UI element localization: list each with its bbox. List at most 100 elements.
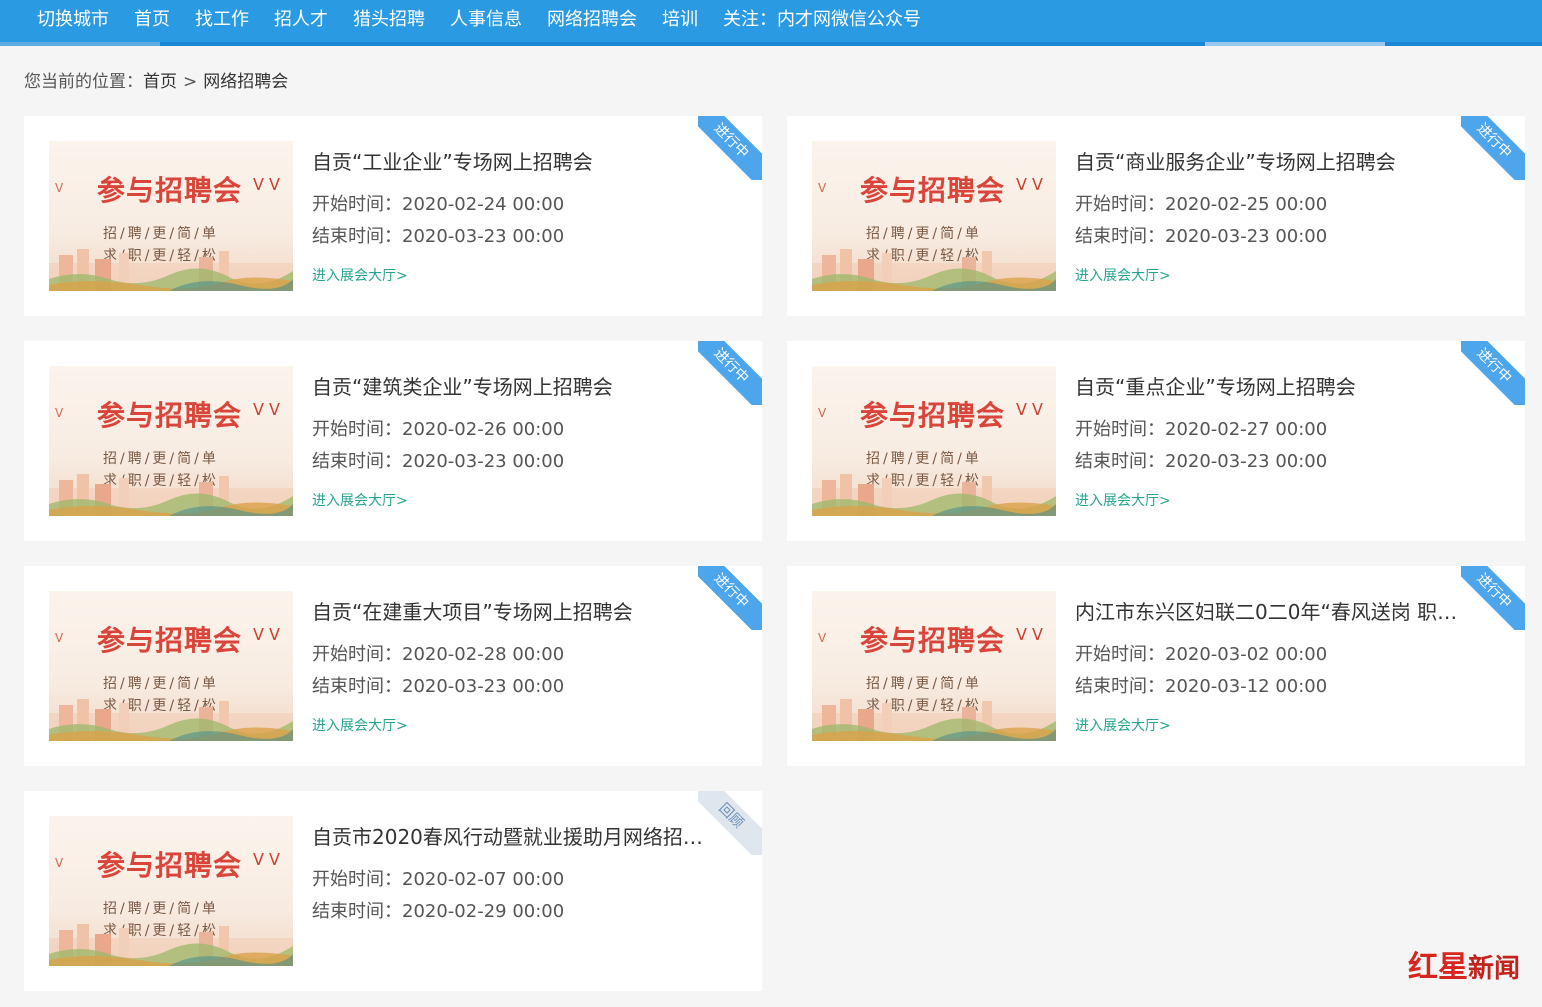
breadcrumb-prefix: 您当前的位置： bbox=[24, 72, 143, 92]
start-value: 2020-02-26 00:00 bbox=[402, 419, 565, 440]
thumbnail-line-1: 招/聘/更/简/单 bbox=[866, 451, 982, 467]
skyline-illustration bbox=[49, 474, 293, 516]
start-value: 2020-02-07 00:00 bbox=[402, 869, 565, 890]
nav-item-headhunter[interactable]: 猎头招聘 bbox=[353, 5, 425, 31]
status-badge: 回顾 bbox=[698, 791, 762, 855]
fair-card[interactable]: ᐯ 参与招聘会 ᐯ ᐯ 招/聘/更/简/单 求/职/更/轻/松 自贡“商业服务企业”专场网… bbox=[787, 116, 1525, 316]
fair-thumbnail[interactable]: ᐯ 参与招聘会 ᐯ ᐯ 招/聘/更/简/单 求/职/更/轻/松 bbox=[812, 366, 1056, 516]
end-value: 2020-03-23 00:00 bbox=[402, 451, 565, 472]
bird-icon: ᐯ ᐯ bbox=[253, 400, 280, 419]
fair-thumbnail[interactable]: ᐯ 参与招聘会 ᐯ ᐯ 招/聘/更/简/单 求/职/更/轻/松 bbox=[49, 366, 293, 516]
breadcrumb-home-link[interactable]: 首页 bbox=[143, 72, 177, 92]
status-badge: 进行中 bbox=[698, 566, 762, 630]
status-corner: 进行中 bbox=[1461, 116, 1525, 180]
bird-icon: ᐯ ᐯ bbox=[253, 850, 280, 869]
fair-card[interactable]: ᐯ 参与招聘会 ᐯ ᐯ 招/聘/更/简/单 求/职/更/轻/松 自贡“建筑类企业”专场网上… bbox=[24, 341, 762, 541]
fair-card[interactable]: ᐯ 参与招聘会 ᐯ ᐯ 招/聘/更/简/单 求/职/更/轻/松 自贡“在建重大项目”专场网… bbox=[24, 566, 762, 766]
watermark-part2: 新闻 bbox=[1468, 954, 1521, 984]
thumbnail-title: 参与招聘会 bbox=[860, 624, 1006, 657]
skyline-illustration bbox=[49, 249, 293, 291]
enter-hall-link[interactable]: 进入展会大厅> bbox=[312, 490, 408, 510]
fair-title[interactable]: 自贡“在建重大项目”专场网上招聘会 bbox=[312, 596, 712, 625]
watermark-logo: 红星新闻 bbox=[1408, 942, 1520, 986]
nav-item-training[interactable]: 培训 bbox=[662, 5, 698, 31]
end-time: 结束时间：2020-03-23 00:00 bbox=[312, 447, 564, 473]
status-badge: 进行中 bbox=[1461, 116, 1525, 180]
fair-title[interactable]: 自贡市2020春风行动暨就业援助月网络招聘会 bbox=[312, 821, 712, 850]
skyline-illustration bbox=[812, 249, 1056, 291]
thumbnail-title: 参与招聘会 bbox=[97, 849, 243, 882]
start-label: 开始时间： bbox=[312, 419, 402, 440]
end-value: 2020-03-23 00:00 bbox=[1165, 226, 1328, 247]
bird-icon: ᐯ bbox=[55, 631, 64, 645]
breadcrumb: 您当前的位置：首页 > 网络招聘会 bbox=[24, 67, 288, 92]
watermark-part1: 红星 bbox=[1408, 950, 1468, 985]
thumbnail-title: 参与招聘会 bbox=[97, 174, 243, 207]
nav-item-home[interactable]: 首页 bbox=[134, 5, 170, 31]
fair-title[interactable]: 自贡“建筑类企业”专场网上招聘会 bbox=[312, 371, 712, 400]
nav-list: 切换城市 首页 找工作 招人才 猎头招聘 人事信息 网络招聘会 培训 关注：内才… bbox=[0, 0, 1542, 36]
enter-hall-link[interactable]: 进入展会大厅> bbox=[312, 715, 408, 735]
nav-underline-left bbox=[0, 42, 160, 46]
thumbnail-line-1: 招/聘/更/简/单 bbox=[103, 451, 219, 467]
start-label: 开始时间： bbox=[312, 194, 402, 215]
status-corner: 进行中 bbox=[698, 566, 762, 630]
start-label: 开始时间： bbox=[312, 869, 402, 890]
nav-item-recruit[interactable]: 招人才 bbox=[274, 5, 328, 31]
enter-hall-link[interactable]: 进入展会大厅> bbox=[312, 265, 408, 285]
skyline-illustration bbox=[49, 924, 293, 966]
status-badge: 进行中 bbox=[698, 116, 762, 180]
thumbnail-title: 参与招聘会 bbox=[860, 174, 1006, 207]
status-corner: 进行中 bbox=[1461, 341, 1525, 405]
start-value: 2020-03-02 00:00 bbox=[1165, 644, 1328, 665]
enter-hall-link[interactable]: 进入展会大厅> bbox=[1075, 265, 1171, 285]
start-value: 2020-02-28 00:00 bbox=[402, 644, 565, 665]
start-time: 开始时间：2020-02-25 00:00 bbox=[1075, 190, 1327, 216]
end-time: 结束时间：2020-02-29 00:00 bbox=[312, 897, 564, 923]
start-label: 开始时间： bbox=[1075, 419, 1165, 440]
status-corner: 进行中 bbox=[698, 341, 762, 405]
bird-icon: ᐯ ᐯ bbox=[253, 625, 280, 644]
end-label: 结束时间： bbox=[312, 676, 402, 697]
breadcrumb-separator: > bbox=[183, 72, 198, 92]
nav-item-hr-info[interactable]: 人事信息 bbox=[450, 5, 522, 31]
end-time: 结束时间：2020-03-23 00:00 bbox=[312, 672, 564, 698]
fair-title[interactable]: 自贡“重点企业”专场网上招聘会 bbox=[1075, 371, 1475, 400]
thumbnail-title: 参与招聘会 bbox=[97, 399, 243, 432]
enter-hall-link[interactable]: 进入展会大厅> bbox=[1075, 715, 1171, 735]
start-time: 开始时间：2020-02-28 00:00 bbox=[312, 640, 564, 666]
end-label: 结束时间： bbox=[1075, 226, 1165, 247]
nav-item-wechat[interactable]: 关注：内才网微信公众号 bbox=[723, 5, 921, 31]
thumbnail-line-1: 招/聘/更/简/单 bbox=[866, 676, 982, 692]
skyline-illustration bbox=[49, 699, 293, 741]
end-value: 2020-02-29 00:00 bbox=[402, 901, 565, 922]
end-value: 2020-03-23 00:00 bbox=[402, 226, 565, 247]
end-value: 2020-03-23 00:00 bbox=[402, 676, 565, 697]
fair-card[interactable]: ᐯ 参与招聘会 ᐯ ᐯ 招/聘/更/简/单 求/职/更/轻/松 自贡“工业企业”专场网上招… bbox=[24, 116, 762, 316]
end-value: 2020-03-23 00:00 bbox=[1165, 451, 1328, 472]
start-time: 开始时间：2020-02-27 00:00 bbox=[1075, 415, 1327, 441]
fair-thumbnail[interactable]: ᐯ 参与招聘会 ᐯ ᐯ 招/聘/更/简/单 求/职/更/轻/松 bbox=[812, 141, 1056, 291]
fair-thumbnail[interactable]: ᐯ 参与招聘会 ᐯ ᐯ 招/聘/更/简/单 求/职/更/轻/松 bbox=[49, 591, 293, 741]
fair-card[interactable]: ᐯ 参与招聘会 ᐯ ᐯ 招/聘/更/简/单 求/职/更/轻/松 自贡市2020春风行动暨就… bbox=[24, 791, 762, 991]
fair-thumbnail[interactable]: ᐯ 参与招聘会 ᐯ ᐯ 招/聘/更/简/单 求/职/更/轻/松 bbox=[49, 141, 293, 291]
fair-card[interactable]: ᐯ 参与招聘会 ᐯ ᐯ 招/聘/更/简/单 求/职/更/轻/松 自贡“重点企业”专场网上招… bbox=[787, 341, 1525, 541]
nav-item-switch-city[interactable]: 切换城市 bbox=[37, 5, 109, 31]
start-value: 2020-02-24 00:00 bbox=[402, 194, 565, 215]
fair-thumbnail[interactable]: ᐯ 参与招聘会 ᐯ ᐯ 招/聘/更/简/单 求/职/更/轻/松 bbox=[812, 591, 1056, 741]
thumbnail-line-1: 招/聘/更/简/单 bbox=[866, 226, 982, 242]
start-label: 开始时间： bbox=[1075, 194, 1165, 215]
fair-thumbnail[interactable]: ᐯ 参与招聘会 ᐯ ᐯ 招/聘/更/简/单 求/职/更/轻/松 bbox=[49, 816, 293, 966]
end-time: 结束时间：2020-03-12 00:00 bbox=[1075, 672, 1327, 698]
fair-title[interactable]: 自贡“工业企业”专场网上招聘会 bbox=[312, 146, 712, 175]
nav-item-online-fair[interactable]: 网络招聘会 bbox=[547, 5, 637, 31]
bird-icon: ᐯ ᐯ bbox=[1016, 175, 1043, 194]
end-time: 结束时间：2020-03-23 00:00 bbox=[312, 222, 564, 248]
bird-icon: ᐯ bbox=[55, 181, 64, 195]
fair-card[interactable]: ᐯ 参与招聘会 ᐯ ᐯ 招/聘/更/简/单 求/职/更/轻/松 内江市东兴区妇联二0二0年… bbox=[787, 566, 1525, 766]
enter-hall-link[interactable]: 进入展会大厅> bbox=[1075, 490, 1171, 510]
fair-title[interactable]: 内江市东兴区妇联二0二0年“春风送岗 职等你… bbox=[1075, 596, 1475, 625]
fair-title[interactable]: 自贡“商业服务企业”专场网上招聘会 bbox=[1075, 146, 1475, 175]
end-label: 结束时间： bbox=[1075, 676, 1165, 697]
nav-item-find-job[interactable]: 找工作 bbox=[195, 5, 249, 31]
